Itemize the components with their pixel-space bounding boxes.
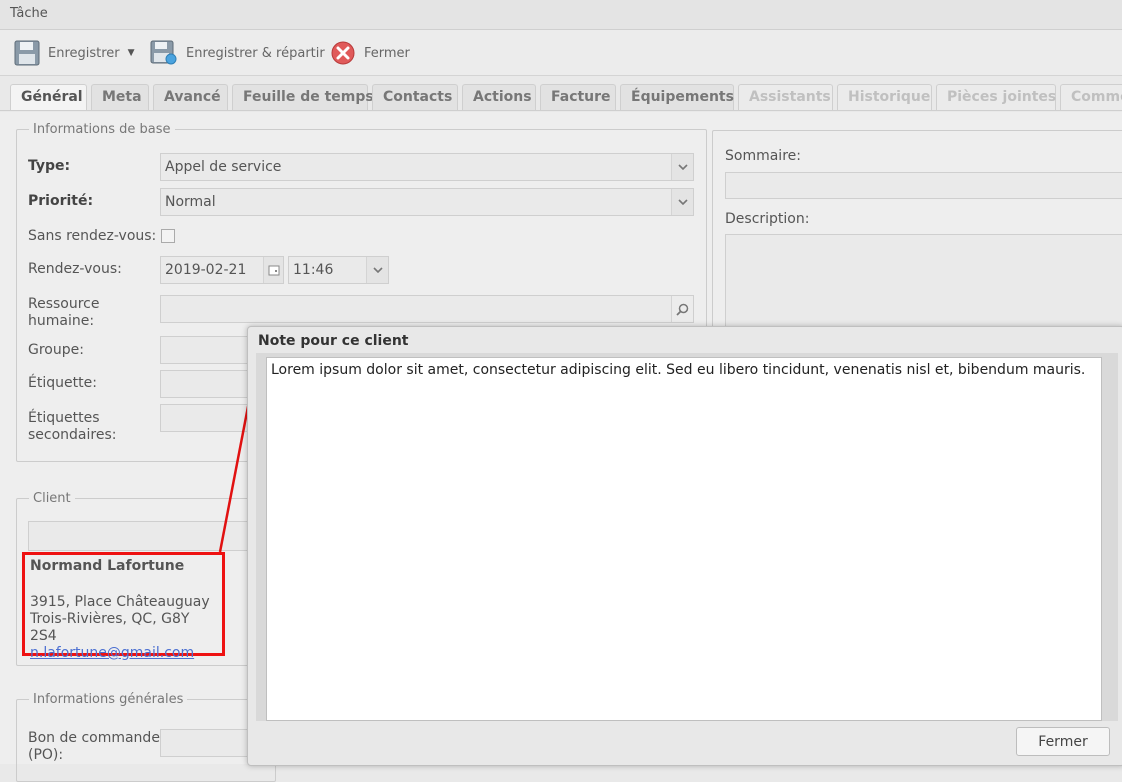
dialog-body: Lorem ipsum dolor sit amet, consectetur … [256,353,1118,721]
dialog-close-button[interactable]: Fermer [1016,727,1110,756]
client-note-textarea[interactable]: Lorem ipsum dolor sit amet, consectetur … [266,357,1102,721]
dialog-title: Note pour ce client [258,333,409,349]
client-note-dialog: Note pour ce client Lorem ipsum dolor si… [247,326,1122,766]
